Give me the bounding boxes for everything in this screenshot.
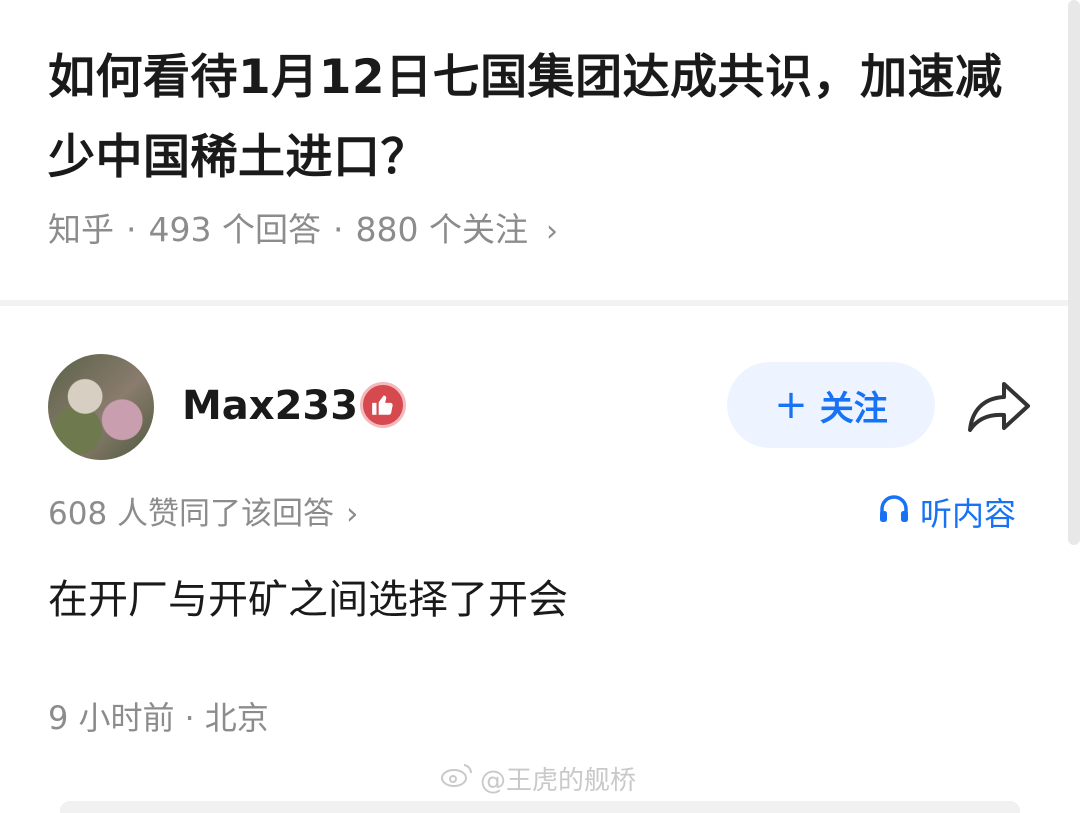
watermark: @王虎的舰桥 xyxy=(440,760,636,797)
answer-time: 9 小时前 xyxy=(48,699,175,737)
answer-content[interactable]: 在开厂与开矿之间选择了开会 xyxy=(48,570,568,630)
plus-icon: + xyxy=(774,382,808,428)
follow-button[interactable]: + 关注 xyxy=(727,362,935,448)
headphones-icon xyxy=(876,491,912,538)
question-meta[interactable]: 知乎 · 493 个回答 · 880 个关注 › xyxy=(48,206,558,256)
scrollbar[interactable] xyxy=(1068,0,1080,545)
watermark-text: @王虎的舰桥 xyxy=(480,766,637,796)
follow-label: 关注 xyxy=(819,388,888,429)
thumbs-up-icon xyxy=(360,382,406,428)
author-name[interactable]: Max233 xyxy=(182,378,358,434)
weibo-icon xyxy=(440,761,474,796)
question-title[interactable]: 如何看待1月12日七国集团达成共识，加速减少中国稀土进口？ xyxy=(48,38,1038,198)
avatar[interactable] xyxy=(48,354,154,460)
answer-meta: 9 小时前 · 北京 xyxy=(48,699,269,737)
answer-location: 北京 xyxy=(204,699,269,737)
chevron-right-icon: › xyxy=(545,214,558,249)
share-arrow-icon[interactable] xyxy=(966,378,1032,436)
answer-count: 493 个回答 xyxy=(148,210,321,249)
listen-button[interactable]: 听内容 xyxy=(876,492,1016,536)
upvote-text: 608 人赞同了该回答 xyxy=(48,496,335,532)
chevron-right-icon: › xyxy=(346,496,359,532)
follower-count: 880 个关注 xyxy=(355,210,528,249)
source-label: 知乎 xyxy=(48,210,114,249)
upvote-summary[interactable]: 608 人赞同了该回答 › xyxy=(48,492,358,536)
bottom-bar xyxy=(60,801,1020,813)
listen-label: 听内容 xyxy=(920,495,1017,533)
question-header: 如何看待1月12日七国集团达成共识，加速减少中国稀土进口？ 知乎 · 493 个回答… xyxy=(0,0,1080,303)
answer-card: Max233 + 关注 608 人赞同了该回答 › 听内容 在开厂与开矿之间选择了… xyxy=(0,306,1080,813)
